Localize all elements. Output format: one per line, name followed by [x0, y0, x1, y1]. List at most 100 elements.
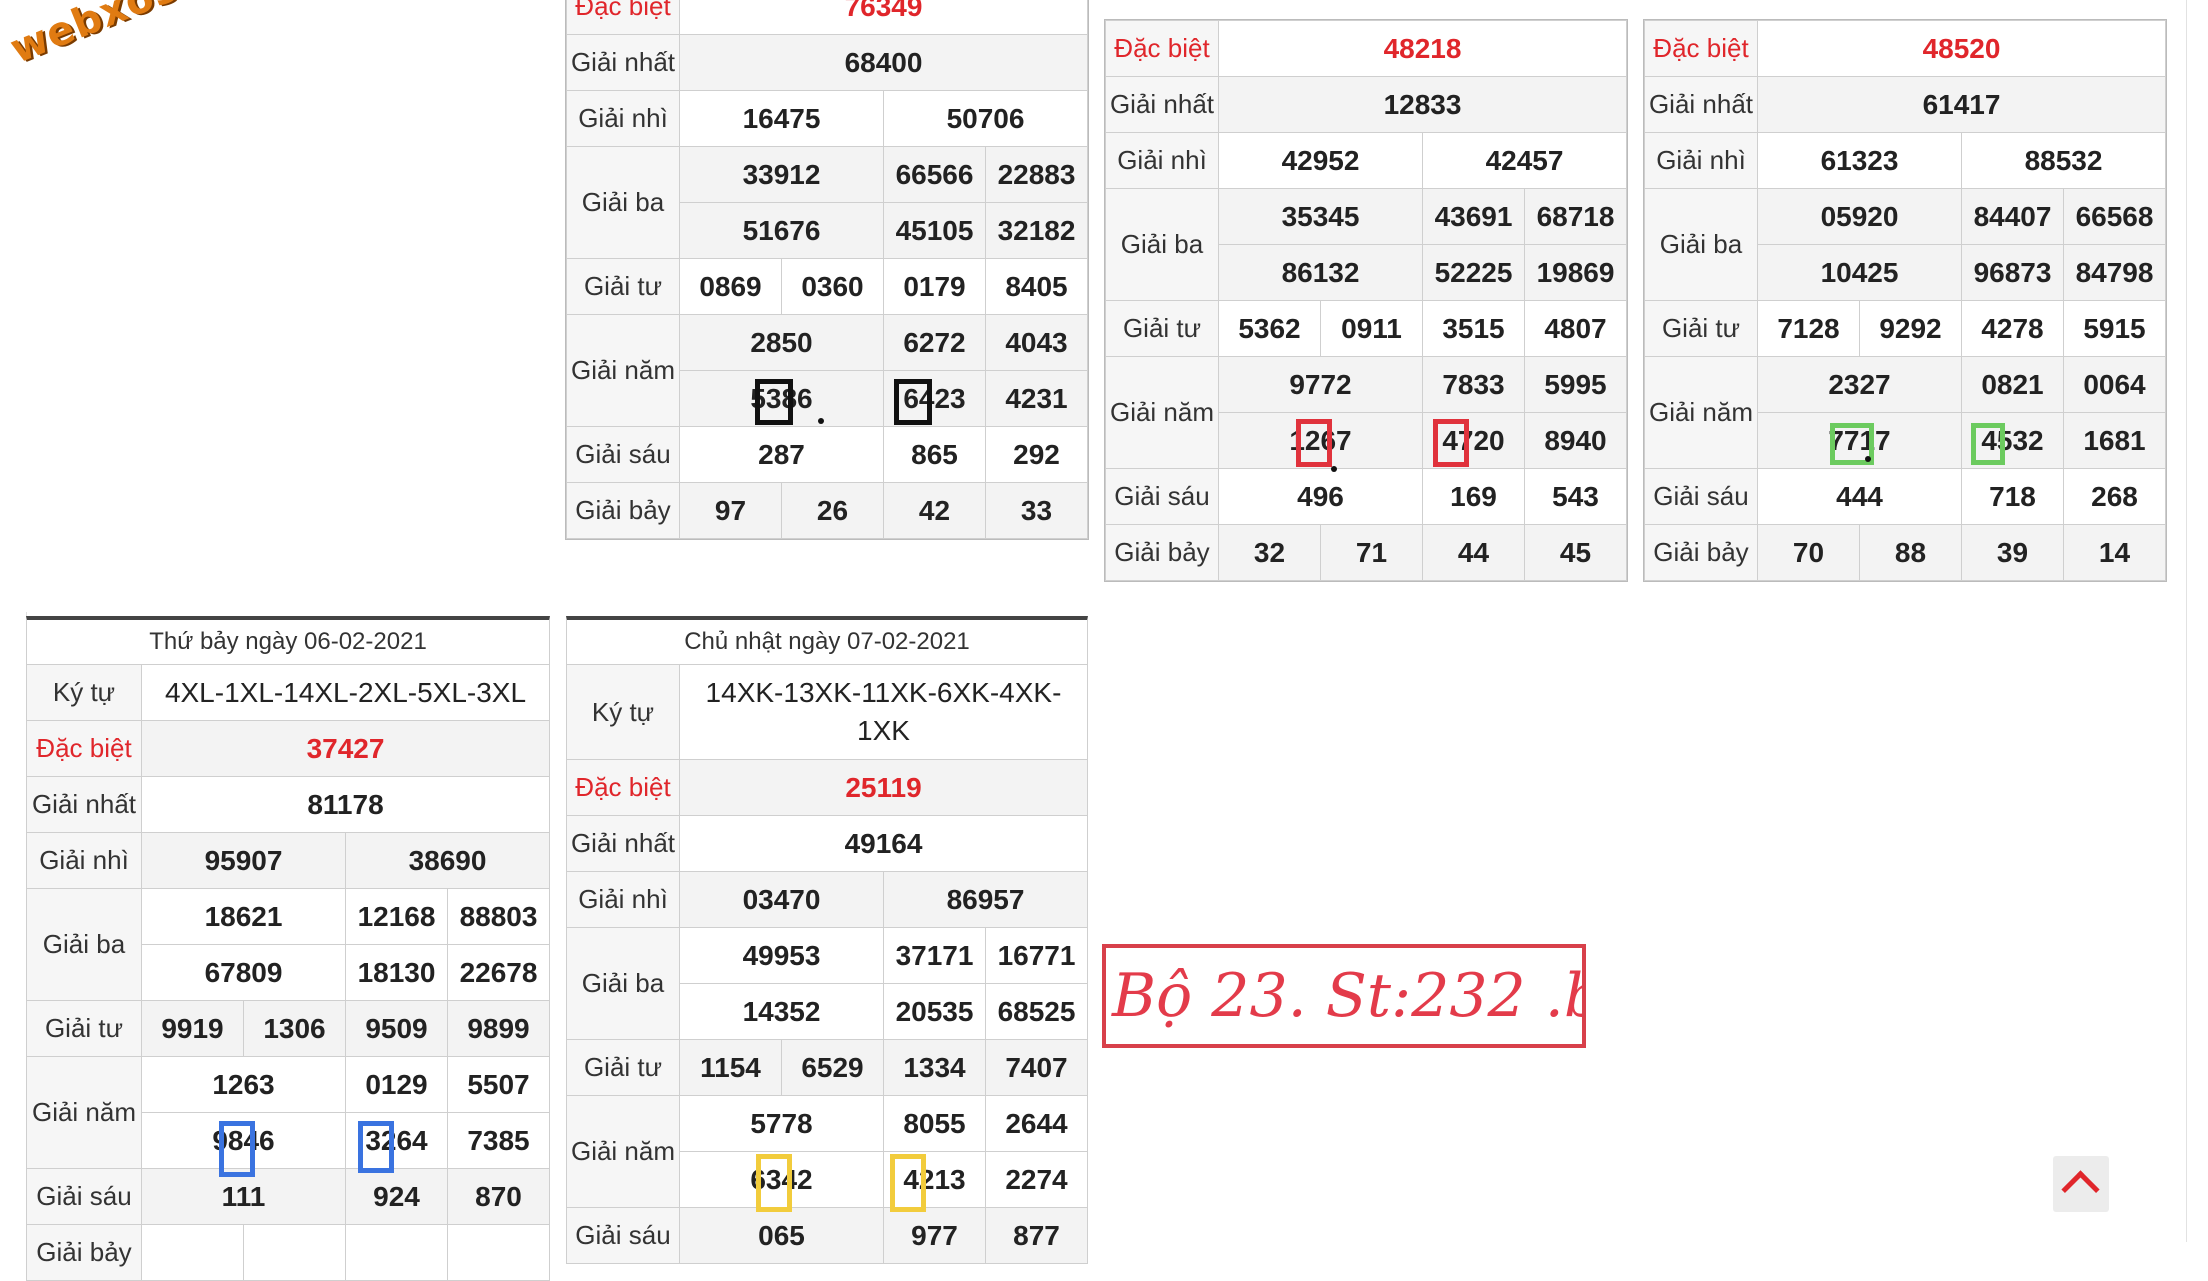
label-special: Đặc biệt [566, 0, 680, 35]
seventh-prize: 88 [1859, 524, 1962, 581]
third-prize: 10425 [1757, 244, 1962, 301]
label-special: Đặc biệt [1105, 20, 1219, 77]
highlight-box-yellow [756, 1154, 792, 1212]
third-prize: 37171 [883, 927, 986, 984]
fourth-prize: 6529 [781, 1039, 884, 1096]
fourth-prize: 1306 [243, 1000, 346, 1057]
label-sixth: Giải sáu [1644, 468, 1758, 525]
fifth-prize: 5778 [679, 1095, 884, 1152]
fourth-prize: 8405 [985, 258, 1088, 315]
fifth-prize: 2644 [985, 1095, 1088, 1152]
fourth-prize: 7407 [985, 1039, 1088, 1096]
seventh-prize: 33 [985, 482, 1088, 539]
highlight-box-yellow [890, 1154, 926, 1212]
fourth-prize: 0360 [781, 258, 884, 315]
third-prize: 16771 [985, 927, 1088, 984]
highlight-box-green [1971, 423, 2005, 465]
highlight-box-red [1433, 419, 1469, 467]
fourth-prize: 9292 [1859, 300, 1962, 357]
label-code: Ký tự [26, 664, 142, 721]
fifth-prize: 8940 [1524, 412, 1627, 469]
seventh-prize [243, 1224, 346, 1281]
special-prize: 37427 [141, 720, 550, 777]
fourth-prize: 0911 [1320, 300, 1423, 357]
fifth-prize: 1263 [141, 1056, 346, 1113]
fifth-prize: 2274 [985, 1151, 1088, 1208]
sixth-prize: 543 [1524, 468, 1627, 525]
fifth-prize: 2327 [1757, 356, 1962, 413]
fourth-prize: 5915 [2063, 300, 2166, 357]
fifth-prize: 0064 [2063, 356, 2166, 413]
third-prize: 14352 [679, 983, 884, 1040]
third-prize: 49953 [679, 927, 884, 984]
third-prize: 22883 [985, 146, 1088, 203]
fifth-prize: 9772 [1218, 356, 1423, 413]
chevron-up-icon [2061, 1170, 2100, 1209]
fifth-prize: 1681 [2063, 412, 2166, 469]
seventh-prize [345, 1224, 448, 1281]
third-prize: 19869 [1524, 244, 1627, 301]
result-table-4: Thứ bảy ngày 06-02-2021 Ký tự 4XL-1XL-14… [26, 616, 550, 1281]
sixth-prize: 292 [985, 426, 1088, 483]
ticket-codes: 14XK-13XK-11XK-6XK-4XK-1XK [679, 664, 1088, 760]
seventh-prize: 70 [1757, 524, 1860, 581]
seventh-prize: 26 [781, 482, 884, 539]
table-date-header: Thứ bảy ngày 06-02-2021 [26, 616, 550, 664]
label-third: Giải ba [566, 146, 680, 259]
label-second: Giải nhì [1644, 132, 1758, 189]
third-prize: 68525 [985, 983, 1088, 1040]
label-second: Giải nhì [1105, 132, 1219, 189]
label-fourth: Giải tư [1644, 300, 1758, 357]
label-third: Giải ba [566, 927, 680, 1040]
third-prize: 43691 [1422, 188, 1525, 245]
highlight-box-black [894, 379, 932, 425]
page-divider [2186, 0, 2187, 1242]
third-prize: 86132 [1218, 244, 1423, 301]
third-prize: 12168 [345, 888, 448, 945]
special-prize: 76349 [679, 0, 1088, 35]
second-prize: 61323 [1757, 132, 1962, 189]
fourth-prize: 7128 [1757, 300, 1860, 357]
third-prize: 66568 [2063, 188, 2166, 245]
fourth-prize: 4278 [1961, 300, 2064, 357]
result-table-5: Chủ nhật ngày 07-02-2021 Ký tự 14XK-13XK… [566, 616, 1088, 1264]
table-date-header: Chủ nhật ngày 07-02-2021 [566, 616, 1088, 664]
second-prize: 88532 [1961, 132, 2166, 189]
fifth-prize: 4043 [985, 314, 1088, 371]
fifth-prize: 6272 [883, 314, 986, 371]
scroll-top-button[interactable] [2053, 1156, 2109, 1212]
fourth-prize: 4807 [1524, 300, 1627, 357]
sixth-prize: 924 [345, 1168, 448, 1225]
third-prize: 22678 [447, 944, 550, 1001]
second-prize: 42457 [1422, 132, 1627, 189]
label-sixth: Giải sáu [566, 1207, 680, 1264]
sixth-prize: 718 [1961, 468, 2064, 525]
third-prize: 18621 [141, 888, 346, 945]
third-prize: 84407 [1961, 188, 2064, 245]
sixth-prize: 444 [1757, 468, 1962, 525]
label-first: Giải nhất [566, 815, 680, 872]
label-code: Ký tự [566, 664, 680, 760]
result-table-3: Đặc biệt 48520 Giải nhất 61417 Giải nhì … [1643, 19, 2167, 582]
label-seventh: Giải bảy [1644, 524, 1758, 581]
sixth-prize: 977 [883, 1207, 986, 1264]
second-prize: 50706 [883, 90, 1088, 147]
highlight-box-red [1296, 419, 1332, 467]
label-fourth: Giải tư [566, 1039, 680, 1096]
special-prize: 48520 [1757, 20, 2166, 77]
third-prize: 05920 [1757, 188, 1962, 245]
third-prize: 20535 [883, 983, 986, 1040]
first-prize: 61417 [1757, 76, 2166, 133]
fourth-prize: 1334 [883, 1039, 986, 1096]
third-prize: 33912 [679, 146, 884, 203]
site-logo[interactable]: webxoso.net [4, 0, 298, 73]
third-prize: 18130 [345, 944, 448, 1001]
sixth-prize: 870 [447, 1168, 550, 1225]
label-third: Giải ba [1644, 188, 1758, 301]
highlight-box-black [755, 379, 793, 425]
label-sixth: Giải sáu [566, 426, 680, 483]
label-special: Đặc biệt [26, 720, 142, 777]
fourth-prize: 9899 [447, 1000, 550, 1057]
label-seventh: Giải bảy [26, 1224, 142, 1281]
label-third: Giải ba [26, 888, 142, 1001]
